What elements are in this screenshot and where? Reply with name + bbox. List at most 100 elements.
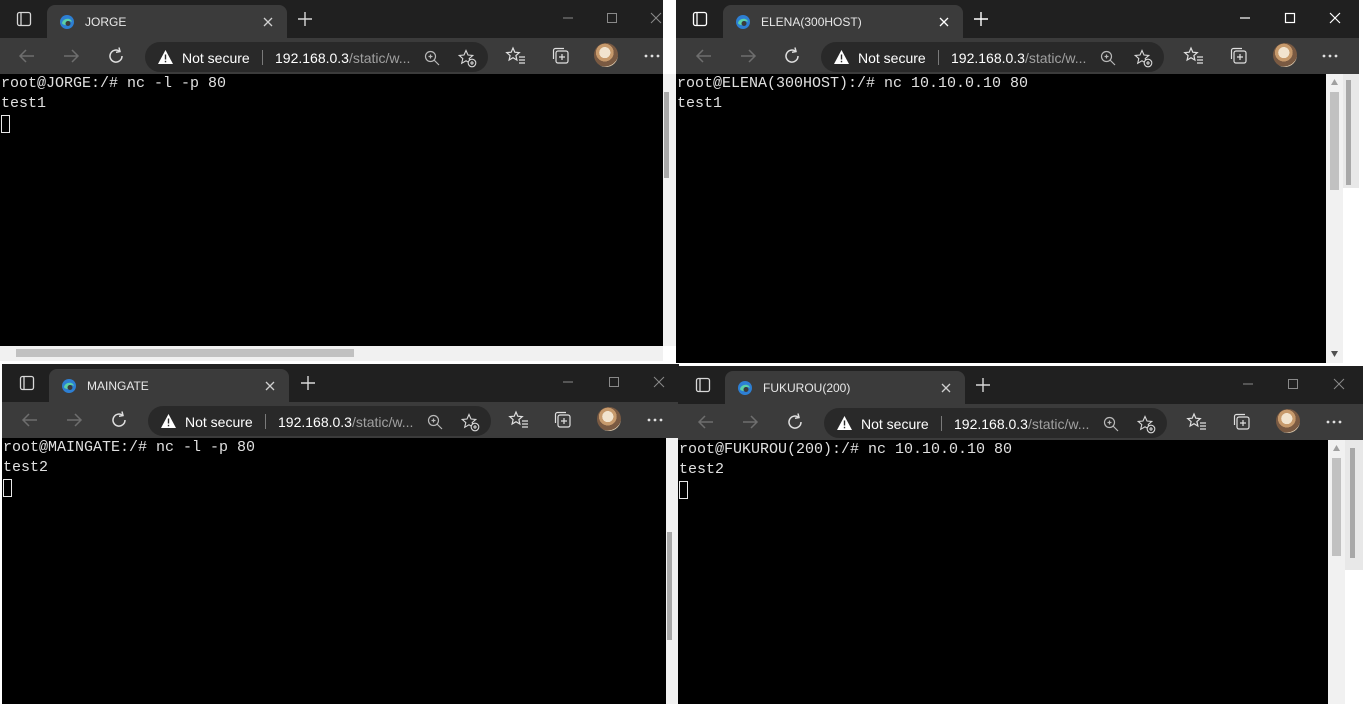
close-window-icon[interactable] bbox=[1328, 374, 1350, 394]
tab-maingate[interactable]: MAINGATE bbox=[49, 369, 289, 402]
url-text[interactable]: 192.168.0.3/static/w... bbox=[275, 50, 410, 66]
add-favorite-icon[interactable] bbox=[461, 413, 480, 432]
scroll-up-icon[interactable] bbox=[1330, 78, 1339, 86]
forward-icon[interactable] bbox=[62, 408, 86, 432]
favorites-icon[interactable] bbox=[1186, 411, 1208, 433]
new-tab-icon[interactable] bbox=[971, 9, 991, 29]
address-bar[interactable]: Not secure 192.168.0.3/static/w... bbox=[148, 406, 491, 436]
add-favorite-icon[interactable] bbox=[458, 49, 477, 68]
refresh-icon[interactable] bbox=[780, 44, 804, 68]
more-options-icon[interactable] bbox=[1319, 45, 1341, 67]
scroll-up-icon[interactable] bbox=[1332, 444, 1341, 452]
maximize-icon[interactable] bbox=[603, 372, 625, 392]
minimize-icon[interactable] bbox=[1237, 374, 1259, 394]
scroll-down-icon[interactable] bbox=[1330, 350, 1339, 358]
back-icon[interactable] bbox=[15, 44, 39, 68]
scroll-thumb[interactable] bbox=[1332, 458, 1341, 556]
minimize-icon[interactable] bbox=[557, 8, 579, 28]
close-window-icon[interactable] bbox=[648, 372, 670, 392]
minimize-icon[interactable] bbox=[557, 372, 579, 392]
tab-fukurou[interactable]: FUKUROU(200) bbox=[725, 371, 965, 404]
vertical-scrollbar[interactable] bbox=[1328, 440, 1363, 704]
address-bar[interactable]: Not secure 192.168.0.3/static/w... bbox=[824, 408, 1167, 438]
terminal-area[interactable]: root@MAINGATE:/# nc -l -p 80 test2 bbox=[2, 438, 666, 704]
warning-icon[interactable] bbox=[160, 413, 177, 429]
maximize-icon[interactable] bbox=[1279, 8, 1301, 28]
terminal-area[interactable]: root@ELENA(300HOST):/# nc 10.10.0.10 80 … bbox=[676, 74, 1326, 363]
scroll-thumb[interactable] bbox=[1330, 92, 1339, 190]
favorites-icon[interactable] bbox=[1183, 45, 1205, 67]
zoom-icon[interactable] bbox=[423, 49, 441, 67]
back-icon[interactable] bbox=[692, 44, 716, 68]
url-text[interactable]: 192.168.0.3/static/w... bbox=[951, 50, 1086, 66]
refresh-icon[interactable] bbox=[107, 408, 131, 432]
close-tab-icon[interactable] bbox=[261, 377, 279, 395]
maximize-icon[interactable] bbox=[1282, 374, 1304, 394]
terminal-cursor bbox=[3, 479, 12, 497]
profile-avatar[interactable] bbox=[594, 43, 618, 67]
not-secure-label[interactable]: Not secure bbox=[185, 414, 253, 430]
tab-actions-icon[interactable] bbox=[695, 377, 711, 393]
horizontal-scrollbar[interactable] bbox=[0, 346, 663, 361]
maximize-icon[interactable] bbox=[601, 8, 623, 28]
tab-actions-icon[interactable] bbox=[16, 11, 32, 27]
collections-icon[interactable] bbox=[1231, 411, 1253, 433]
profile-avatar[interactable] bbox=[597, 407, 621, 431]
url-text[interactable]: 192.168.0.3/static/w... bbox=[278, 414, 413, 430]
back-icon[interactable] bbox=[694, 410, 718, 434]
zoom-icon[interactable] bbox=[426, 413, 444, 431]
profile-avatar[interactable] bbox=[1276, 409, 1300, 433]
url-text[interactable]: 192.168.0.3/static/w... bbox=[954, 416, 1089, 432]
more-options-icon[interactable] bbox=[644, 409, 666, 431]
tab-title: ELENA(300HOST) bbox=[761, 15, 862, 29]
tab-elena[interactable]: ELENA(300HOST) bbox=[723, 5, 963, 38]
favorites-icon[interactable] bbox=[508, 409, 530, 431]
scroll-thumb[interactable] bbox=[664, 92, 669, 178]
vertical-scrollbar[interactable] bbox=[1326, 74, 1359, 363]
address-bar[interactable]: Not secure 192.168.0.3/static/w... bbox=[821, 42, 1164, 72]
warning-icon[interactable] bbox=[833, 49, 850, 65]
tab-actions-icon[interactable] bbox=[692, 11, 708, 27]
warning-icon[interactable] bbox=[836, 415, 853, 431]
refresh-icon[interactable] bbox=[783, 410, 807, 434]
terminal-line: test2 bbox=[679, 461, 725, 478]
not-secure-label[interactable]: Not secure bbox=[182, 50, 250, 66]
new-tab-icon[interactable] bbox=[295, 9, 315, 29]
add-favorite-icon[interactable] bbox=[1137, 415, 1156, 434]
zoom-icon[interactable] bbox=[1102, 415, 1120, 433]
forward-icon[interactable] bbox=[738, 410, 762, 434]
new-tab-icon[interactable] bbox=[298, 373, 318, 393]
scroll-thumb[interactable] bbox=[667, 532, 672, 640]
terminal-area[interactable]: root@JORGE:/# nc -l -p 80 test1 bbox=[0, 74, 663, 361]
tab-actions-icon[interactable] bbox=[19, 375, 35, 391]
add-favorite-icon[interactable] bbox=[1134, 49, 1153, 68]
forward-icon[interactable] bbox=[736, 44, 760, 68]
favorites-icon[interactable] bbox=[505, 45, 527, 67]
zoom-icon[interactable] bbox=[1099, 49, 1117, 67]
close-tab-icon[interactable] bbox=[937, 379, 955, 397]
minimize-icon[interactable] bbox=[1234, 8, 1256, 28]
back-icon[interactable] bbox=[18, 408, 42, 432]
close-window-icon[interactable] bbox=[645, 8, 663, 28]
collections-icon[interactable] bbox=[1228, 45, 1250, 67]
scroll-thumb[interactable] bbox=[16, 349, 354, 357]
forward-icon[interactable] bbox=[59, 44, 83, 68]
warning-icon[interactable] bbox=[157, 49, 174, 65]
refresh-icon[interactable] bbox=[104, 44, 128, 68]
more-options-icon[interactable] bbox=[1323, 411, 1345, 433]
address-bar[interactable]: Not secure 192.168.0.3/static/w... bbox=[145, 42, 488, 72]
new-tab-icon[interactable] bbox=[973, 375, 993, 395]
more-options-icon[interactable] bbox=[641, 45, 663, 67]
tab-jorge[interactable]: JORGE bbox=[47, 5, 287, 38]
vertical-scrollbar[interactable] bbox=[663, 74, 676, 346]
collections-icon[interactable] bbox=[552, 409, 574, 431]
collections-icon[interactable] bbox=[550, 45, 572, 67]
browser-window-elena: ELENA(300HOST) Not secure 192.168.0.3/st… bbox=[676, 0, 1359, 363]
not-secure-label[interactable]: Not secure bbox=[861, 416, 929, 432]
close-tab-icon[interactable] bbox=[259, 13, 277, 31]
profile-avatar[interactable] bbox=[1273, 43, 1297, 67]
not-secure-label[interactable]: Not secure bbox=[858, 50, 926, 66]
close-tab-icon[interactable] bbox=[935, 13, 953, 31]
terminal-area[interactable]: root@FUKUROU(200):/# nc 10.10.0.10 80 te… bbox=[678, 440, 1328, 704]
close-window-icon[interactable] bbox=[1324, 8, 1346, 28]
